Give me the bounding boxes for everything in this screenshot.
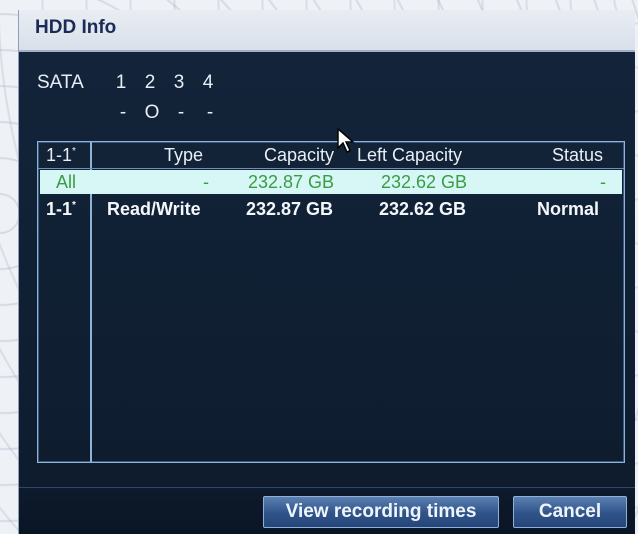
sata-port-2-status: O (144, 102, 160, 123)
row-1-type: Read/Write (107, 199, 201, 219)
row-1-id-mark: * (72, 200, 76, 211)
sata-label: SATA (37, 72, 84, 93)
dialog-content: SATA 1 2 3 4 - O - - 1-1* Type Capacity … (19, 52, 635, 534)
sata-port-4: 4 (202, 72, 214, 93)
row-1-capacity: 232.87 GB (246, 199, 334, 219)
row-1-status: Normal (537, 199, 600, 219)
table-row[interactable]: All - 232.87 GB 232.62 GB - (40, 170, 622, 194)
header-left-capacity: Left Capacity (357, 145, 463, 165)
table-row[interactable]: 1-1* Read/Write 232.87 GB 232.62 GB Norm… (38, 196, 624, 222)
hdd-info-dialog: HDD Info SATA 1 2 3 4 - O - - 1-1* Type … (18, 10, 635, 534)
row-1-id: 1-1* (46, 196, 76, 222)
row-all-capacity: 232.87 GB (248, 172, 335, 192)
row-1-left-capacity: 232.62 GB (379, 199, 467, 219)
header-id: 1-1* (46, 142, 76, 168)
table-header: 1-1* Type Capacity Left Capacity Status (38, 142, 624, 169)
row-all-id: All (56, 172, 77, 192)
row-all-left-capacity: 232.62 GB (381, 172, 468, 192)
sata-port-1: 1 (115, 72, 127, 93)
sata-port-2: 2 (144, 72, 156, 93)
row-all-status: - (600, 172, 606, 192)
row-1-id-text: 1-1 (46, 199, 73, 219)
header-id-mark: * (72, 146, 76, 157)
sata-port-1-status: - (119, 102, 127, 123)
row-all-type: - (203, 172, 209, 192)
button-bar: View recording times Cancel (19, 487, 635, 534)
title-bar: HDD Info (19, 10, 635, 52)
dialog-title: HDD Info (35, 17, 117, 38)
header-capacity: Capacity (264, 145, 335, 165)
header-type: Type (164, 145, 204, 165)
sata-port-3-status: - (177, 102, 185, 123)
hdd-table: 1-1* Type Capacity Left Capacity Status … (37, 141, 625, 463)
mouse-pointer-icon (337, 128, 355, 153)
header-id-text: 1-1 (46, 145, 73, 165)
sata-port-4-status: - (206, 102, 214, 123)
view-recording-times-button[interactable]: View recording times (263, 496, 499, 528)
cancel-button[interactable]: Cancel (513, 496, 627, 528)
sata-port-3: 3 (173, 72, 185, 93)
header-status: Status (552, 145, 604, 165)
